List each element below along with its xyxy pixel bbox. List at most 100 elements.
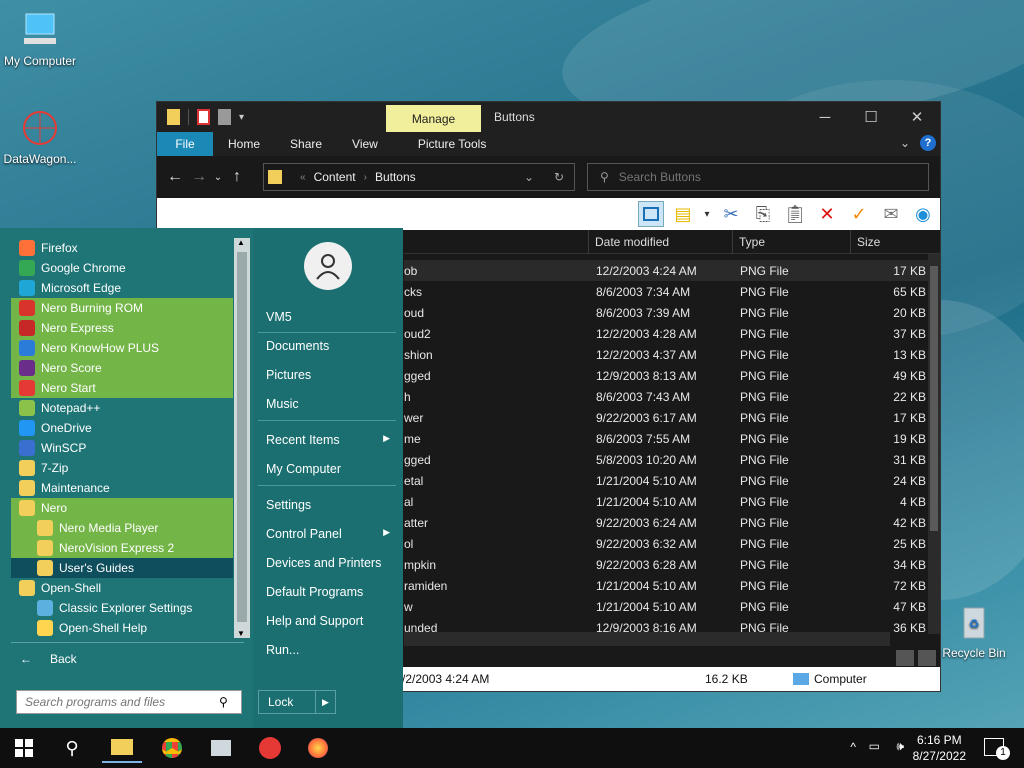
lock-button[interactable]: Lock ▶ <box>258 690 336 714</box>
lock-options-arrow-icon[interactable]: ▶ <box>315 691 335 713</box>
copy-icon[interactable]: ⎘ <box>750 201 776 227</box>
file-row[interactable]: me 8/6/2003 7:55 AM PNG File 19 KB <box>404 428 928 449</box>
volume-icon[interactable]: 🕪︎ <box>896 739 904 754</box>
folder-icon[interactable] <box>167 109 180 125</box>
clock[interactable]: 6:16 PM 8/27/2022 <box>913 732 966 764</box>
help-icon[interactable]: ? <box>920 135 936 151</box>
control-panel-icon[interactable] <box>201 733 241 763</box>
refresh-icon[interactable]: ↻ <box>554 170 564 184</box>
file-row[interactable]: ob 12/2/2003 4:24 AM PNG File 17 KB <box>404 260 928 281</box>
nero-icon[interactable] <box>250 733 290 763</box>
show-hidden-icons-icon[interactable]: ^ <box>850 740 856 754</box>
search-box[interactable]: ⚲ <box>587 163 929 191</box>
program-item[interactable]: Nero Score <box>11 358 233 378</box>
file-row[interactable]: oud2 12/2/2003 4:28 AM PNG File 37 KB <box>404 323 928 344</box>
close-button[interactable]: ✕ <box>894 102 940 132</box>
details-view-icon[interactable] <box>896 650 914 666</box>
horizontal-scrollbar[interactable] <box>404 632 890 646</box>
file-row[interactable]: ramiden 1/21/2004 5:10 AM PNG File 72 KB <box>404 575 928 596</box>
program-item[interactable]: Nero KnowHow PLUS <box>11 338 233 358</box>
file-row[interactable]: w 1/21/2004 5:10 AM PNG File 47 KB <box>404 596 928 617</box>
program-item[interactable]: User's Guides <box>11 558 233 578</box>
file-row[interactable]: atter 9/22/2003 6:24 AM PNG File 42 KB <box>404 512 928 533</box>
file-explorer-icon[interactable] <box>102 733 142 763</box>
places-item[interactable]: Control Panel ▶ <box>266 527 396 541</box>
places-item[interactable]: Recent Items ▶ <box>266 433 396 447</box>
scroll-down-icon[interactable]: ▼ <box>237 629 245 638</box>
program-item[interactable]: Nero <box>11 498 233 518</box>
program-item[interactable]: Open-Shell Help <box>11 618 233 638</box>
program-item[interactable]: Classic Explorer Settings <box>11 598 233 618</box>
file-row[interactable]: gged 5/8/2003 10:20 AM PNG File 31 KB <box>404 449 928 470</box>
folder-options-icon[interactable]: ▤ <box>670 201 696 227</box>
internet-globe-icon[interactable]: ◉ <box>910 201 936 227</box>
breadcrumb-content[interactable]: Content <box>314 170 356 184</box>
places-item[interactable]: Pictures <box>266 368 396 382</box>
paste-icon[interactable]: 📋︎ <box>782 201 808 227</box>
cut-icon[interactable]: ✂ <box>718 201 744 227</box>
program-item[interactable]: Open-Shell <box>11 578 233 598</box>
user-avatar[interactable] <box>304 242 352 290</box>
file-row[interactable]: oud 8/6/2003 7:39 AM PNG File 20 KB <box>404 302 928 323</box>
tab-view[interactable]: View <box>337 132 393 156</box>
properties-icon[interactable] <box>197 109 210 125</box>
file-row[interactable]: cks 8/6/2003 7:34 AM PNG File 65 KB <box>404 281 928 302</box>
email-icon[interactable]: ✉ <box>878 201 904 227</box>
dropdown-icon[interactable]: ▾ <box>702 201 712 227</box>
file-row[interactable]: ol 9/22/2003 6:32 AM PNG File 25 KB <box>404 533 928 554</box>
file-row[interactable]: al 1/21/2004 5:10 AM PNG File 4 KB <box>404 491 928 512</box>
check-icon[interactable]: ✓ <box>846 201 872 227</box>
vertical-scrollbar[interactable] <box>928 254 940 634</box>
tab-picture-tools[interactable]: Picture Tools <box>403 132 501 156</box>
taskbar-search-icon[interactable]: ⚲ <box>52 733 92 763</box>
desktop-icon-recycle-bin[interactable]: ♻ Recycle Bin <box>934 602 1014 660</box>
program-item[interactable]: Maintenance <box>11 478 233 498</box>
desktop-icon-my-computer[interactable]: My Computer <box>0 10 80 68</box>
search-input[interactable] <box>618 170 899 184</box>
places-item[interactable]: Documents <box>266 339 396 353</box>
search-icon[interactable]: ⚲ <box>219 695 228 709</box>
column-date-modified[interactable]: Date modified <box>588 230 732 254</box>
program-item[interactable]: OneDrive <box>11 418 233 438</box>
file-row[interactable]: etal 1/21/2004 5:10 AM PNG File 24 KB <box>404 470 928 491</box>
large-icons-view-icon[interactable] <box>918 650 936 666</box>
recent-locations-icon[interactable]: ⌄ <box>211 172 225 183</box>
network-icon[interactable]: ▭ <box>869 739 880 753</box>
program-item[interactable]: Microsoft Edge <box>11 278 233 298</box>
manage-tab[interactable]: Manage <box>386 105 481 132</box>
new-folder-icon[interactable] <box>218 109 231 125</box>
places-item[interactable]: Music <box>266 397 396 411</box>
places-item[interactable]: VM5 <box>266 310 396 324</box>
column-name-spacer[interactable] <box>404 230 588 254</box>
program-item[interactable]: 7-Zip <box>11 458 233 478</box>
delete-icon[interactable]: ✕ <box>814 201 840 227</box>
address-bar[interactable]: « Content › Buttons ⌄ ↻ <box>263 163 575 191</box>
program-search-input[interactable] <box>25 695 215 709</box>
chevron-down-icon[interactable]: ⌄ <box>900 136 910 150</box>
tab-home[interactable]: Home <box>213 132 275 156</box>
breadcrumb-buttons[interactable]: Buttons <box>375 170 416 184</box>
tab-share[interactable]: Share <box>275 132 337 156</box>
scroll-thumb[interactable] <box>237 252 247 622</box>
scroll-up-icon[interactable]: ▲ <box>237 238 245 247</box>
firefox-icon[interactable] <box>298 733 338 763</box>
minimize-button[interactable]: ─ <box>802 102 848 132</box>
chrome-icon[interactable] <box>152 733 192 763</box>
program-search-box[interactable]: ⚲ <box>16 690 242 714</box>
forward-arrow-icon[interactable]: → <box>187 168 211 186</box>
places-item[interactable]: Default Programs <box>266 585 396 599</box>
back-arrow-icon[interactable]: ← <box>163 168 187 186</box>
places-item[interactable]: My Computer <box>266 462 396 476</box>
up-arrow-icon[interactable]: ↑ <box>225 168 249 186</box>
navigation-pane-icon[interactable] <box>638 201 664 227</box>
start-button[interactable] <box>4 733 44 763</box>
program-item[interactable]: WinSCP <box>11 438 233 458</box>
desktop-icon-datawagon[interactable]: DataWagon... <box>0 108 80 166</box>
program-item[interactable]: NeroVision Express 2 <box>11 538 233 558</box>
program-item[interactable]: Nero Media Player <box>11 518 233 538</box>
places-item[interactable]: Help and Support <box>266 614 396 628</box>
programs-scrollbar[interactable]: ▲ ▼ <box>234 238 250 638</box>
tab-file[interactable]: File <box>157 132 213 156</box>
program-item[interactable]: Firefox <box>11 238 233 258</box>
maximize-button[interactable]: ☐ <box>848 102 894 132</box>
